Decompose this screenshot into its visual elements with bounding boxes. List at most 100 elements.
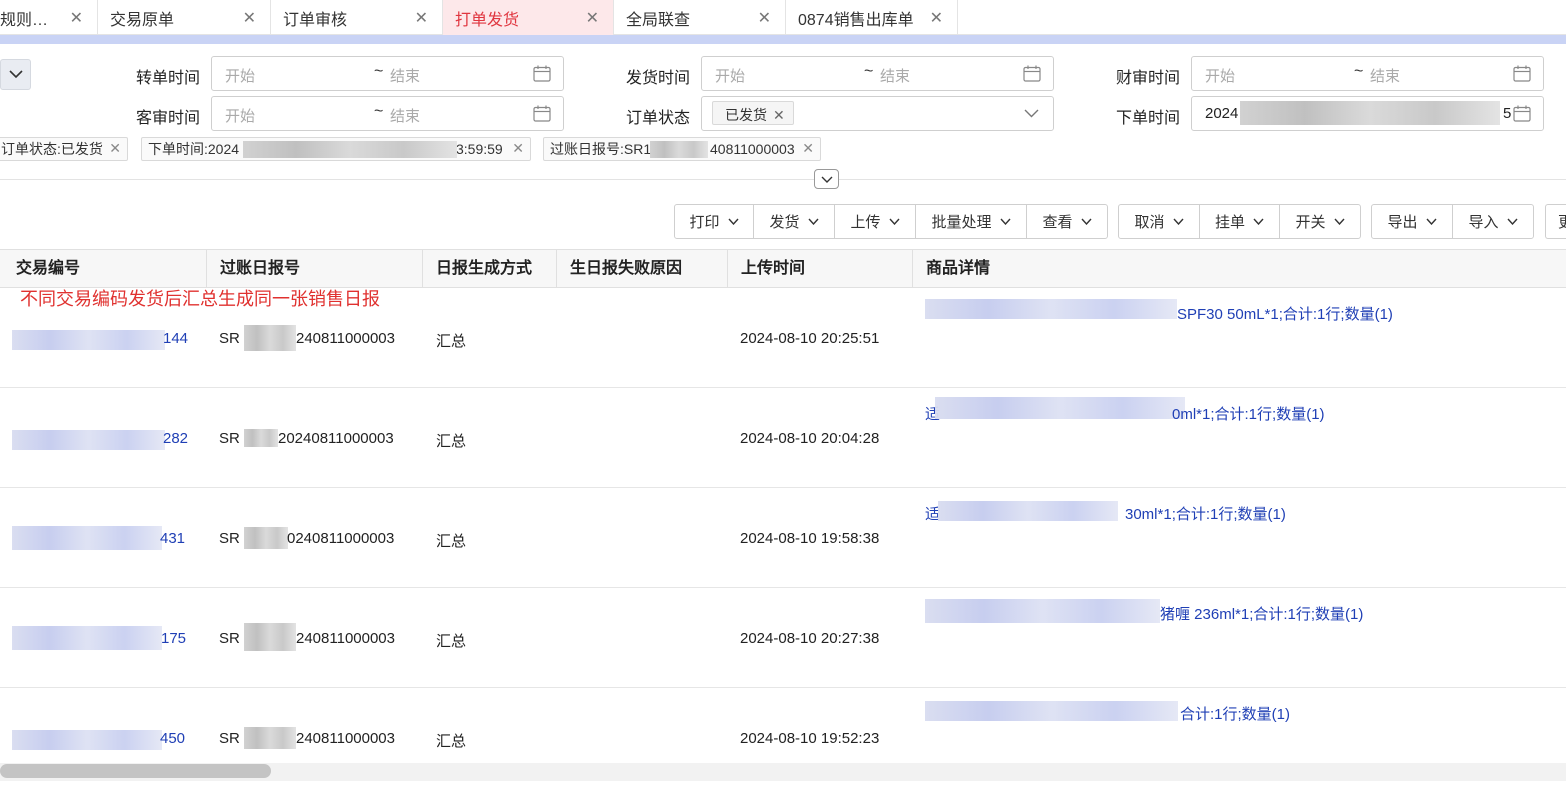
more-button[interactable]: 更 — [1546, 205, 1566, 238]
view-button[interactable]: 查看 — [1027, 205, 1107, 238]
tab-order-review[interactable]: 订单审核 ✕ — [271, 0, 443, 35]
close-icon[interactable]: ✕ — [802, 140, 814, 157]
tab-global-query[interactable]: 全局联查 ✕ — [614, 0, 786, 35]
redaction-blur — [12, 430, 165, 450]
end-placeholder: 结束 — [1370, 68, 1401, 85]
product-detail-link[interactable]: 30ml*1;合计:1行;数量(1) — [1125, 503, 1286, 524]
table-row[interactable]: 175 SR 240811000003 汇总 2024-08-10 20:27:… — [0, 588, 1566, 688]
fahuo-time-range[interactable]: 开始 ~ 结束 — [701, 56, 1054, 91]
range-separator: ~ — [1354, 63, 1364, 80]
filter-label-keshen: 客审时间 — [136, 110, 201, 127]
chevron-down-icon — [821, 176, 833, 183]
button-label: 取消 — [1134, 214, 1165, 231]
trade-no-link[interactable]: 431 — [160, 530, 185, 547]
column-header-method[interactable]: 日报生成方式 — [423, 250, 557, 288]
cancel-button[interactable]: 取消 — [1119, 205, 1200, 238]
hold-button[interactable]: 挂单 — [1200, 205, 1280, 238]
redaction-blur — [12, 730, 162, 750]
zhuandan-time-range[interactable]: 开始 ~ 结束 — [211, 56, 564, 91]
report-no: 240811000003 — [296, 730, 395, 747]
batch-button[interactable]: 批量处理 — [916, 205, 1027, 238]
column-header-upload-time[interactable]: 上传时间 — [728, 250, 913, 288]
close-icon[interactable]: ✕ — [70, 8, 83, 28]
trade-no-link[interactable]: 282 — [163, 430, 188, 447]
trade-no-link[interactable]: 450 — [160, 730, 185, 747]
button-label: 导出 — [1387, 214, 1418, 231]
close-icon[interactable]: ✕ — [758, 8, 771, 28]
filter-chip-status: 订单状态:已发货 ✕ — [0, 137, 128, 161]
chip-label: 订单状态:已发货 — [1, 141, 103, 157]
calendar-icon — [533, 65, 551, 82]
redaction-blur — [243, 141, 457, 158]
close-icon[interactable]: ✕ — [586, 8, 599, 28]
upload-button[interactable]: 上传 — [835, 205, 916, 238]
report-prefix: SR — [219, 430, 240, 447]
scrollbar-thumb[interactable] — [0, 764, 271, 778]
switch-button[interactable]: 开关 — [1280, 205, 1360, 238]
export-button[interactable]: 导出 — [1372, 205, 1453, 238]
column-header-report-no[interactable]: 过账日报号 — [207, 250, 423, 288]
close-icon[interactable]: ✕ — [512, 140, 524, 157]
redaction-blur — [938, 501, 1118, 521]
print-button[interactable]: 打印 — [675, 205, 754, 238]
redaction-blur — [12, 330, 165, 350]
close-icon[interactable]: ✕ — [109, 140, 121, 157]
tab-label: 规则… — [0, 11, 49, 29]
close-icon[interactable]: ✕ — [773, 107, 785, 123]
range-separator: ~ — [864, 63, 874, 80]
report-method: 汇总 — [436, 333, 467, 350]
report-prefix: SR — [219, 530, 240, 547]
tab-rules[interactable]: 规则… ✕ — [0, 0, 98, 35]
chevron-down-icon — [1172, 218, 1184, 225]
product-detail-link[interactable]: 合计:1行;数量(1) — [1180, 703, 1290, 724]
ship-button[interactable]: 发货 — [754, 205, 835, 238]
table-row[interactable]: 431 SR 0240811000003 汇总 2024-08-10 19:58… — [0, 488, 1566, 588]
product-detail-link[interactable]: 0ml*1;合计:1行;数量(1) — [1172, 403, 1325, 424]
report-prefix: SR — [219, 730, 240, 747]
product-detail-link[interactable]: 猪喱 236ml*1;合计:1行;数量(1) — [1160, 603, 1363, 624]
start-placeholder: 开始 — [225, 108, 256, 125]
trade-no-link[interactable]: 175 — [161, 630, 186, 647]
chip-label: 过账日报号:SR1 — [550, 141, 652, 157]
tab-bar: 规则… ✕ 交易原单 ✕ 订单审核 ✕ 打单发货 ✕ 全局联查 ✕ 0874销售… — [0, 0, 1566, 35]
close-icon[interactable]: ✕ — [243, 8, 256, 28]
close-icon[interactable]: ✕ — [415, 8, 428, 28]
upload-time: 2024-08-10 19:58:38 — [740, 530, 880, 547]
table-row[interactable]: 282 SR 20240811000003 汇总 2024-08-10 20:0… — [0, 388, 1566, 488]
collapse-button[interactable] — [0, 59, 31, 90]
tab-trade-original[interactable]: 交易原单 ✕ — [98, 0, 271, 35]
chevron-down-icon — [888, 218, 900, 225]
button-label: 导入 — [1468, 214, 1499, 231]
status-tag: 已发货 ✕ — [712, 101, 794, 125]
table-row[interactable]: 144 SR 240811000003 汇总 2024-08-10 20:25:… — [0, 288, 1566, 388]
close-icon[interactable]: ✕ — [930, 8, 943, 28]
filter-divider — [0, 179, 1566, 180]
header-band — [0, 35, 1566, 44]
redaction-blur — [925, 599, 1160, 623]
expand-button[interactable] — [814, 169, 839, 189]
button-label: 批量处理 — [931, 214, 992, 231]
redaction-blur — [244, 527, 288, 549]
caishen-time-range[interactable]: 开始 ~ 结束 — [1191, 56, 1544, 91]
calendar-icon — [1513, 65, 1531, 82]
xiadan-value-prefix: 2024 — [1205, 105, 1239, 122]
report-method: 汇总 — [436, 733, 467, 750]
trade-no-link[interactable]: 144 — [163, 330, 188, 347]
column-header-fail-reason[interactable]: 生日报失败原因 — [557, 250, 728, 288]
import-button[interactable]: 导入 — [1453, 205, 1533, 238]
filter-label-caishen: 财审时间 — [1116, 70, 1181, 87]
toolbar-group-ops: 打印 发货 上传 批量处理 查看 — [674, 204, 1108, 239]
start-placeholder: 开始 — [715, 68, 746, 85]
column-header-detail[interactable]: 商品详情 — [913, 250, 1566, 288]
button-label: 上传 — [850, 214, 881, 231]
end-placeholder: 结束 — [880, 68, 911, 85]
filter-label-status: 订单状态 — [626, 110, 691, 127]
column-header-trade-no[interactable]: 交易编号 — [3, 250, 207, 288]
upload-time: 2024-08-10 20:04:28 — [740, 430, 880, 447]
table-header: 交易编号 过账日报号 日报生成方式 生日报失败原因 上传时间 商品详情 — [0, 249, 1566, 288]
tab-sales-outbound[interactable]: 0874销售出库单 ✕ — [786, 0, 958, 35]
filter-label-xiadan: 下单时间 — [1116, 110, 1181, 127]
tab-print-ship[interactable]: 打单发货 ✕ — [443, 0, 614, 35]
product-detail-link[interactable]: SPF30 50mL*1;合计:1行;数量(1) — [1177, 303, 1393, 324]
keshen-time-range[interactable]: 开始 ~ 结束 — [211, 96, 564, 131]
